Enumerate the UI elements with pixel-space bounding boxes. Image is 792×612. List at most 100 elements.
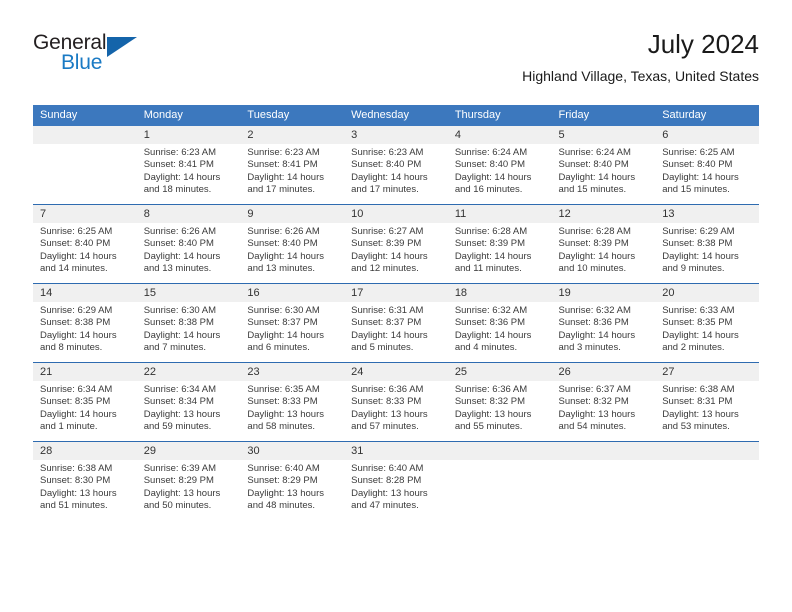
sunset-text: Sunset: 8:39 PM bbox=[454, 238, 526, 250]
daylight-text: Daylight: 14 hours and 14 minutes. bbox=[40, 250, 117, 274]
sunrise-text: Sunrise: 6:25 AM bbox=[40, 226, 113, 237]
calendar-grid: Sunday Monday Tuesday Wednesday Thursday… bbox=[33, 105, 759, 520]
day-details: Sunrise: 6:26 AM Sunset: 8:40 PM Daylight:… bbox=[240, 223, 344, 275]
day-details: Sunrise: 6:40 AM Sunset: 8:29 PM Daylight:… bbox=[240, 460, 344, 512]
calendar-day-cell[interactable]: 8 Sunrise: 6:26 AM Sunset: 8:40 PM Daylight… bbox=[136, 204, 241, 284]
sunset-text: Sunset: 8:28 PM bbox=[351, 475, 422, 487]
weekday-header-monday: Monday bbox=[136, 105, 241, 126]
sunset-text: Sunset: 8:41 PM bbox=[247, 159, 318, 171]
title-block: July 2024 Highland Village, Texas, Unite… bbox=[522, 28, 759, 86]
calendar-day-cell[interactable]: 16 Sunrise: 6:30 AM Sunset: 8:37 PM Dayligh… bbox=[240, 283, 345, 363]
calendar-day-cell[interactable]: 14 Sunrise: 6:29 AM Sunset: 8:38 PM Dayligh… bbox=[33, 283, 137, 363]
daylight-text: Daylight: 14 hours and 15 minutes. bbox=[558, 171, 636, 195]
calendar-day-cell[interactable]: 28 Sunrise: 6:38 AM Sunset: 8:30 PM Dayligh… bbox=[33, 441, 137, 520]
day-number: 18 bbox=[447, 284, 552, 302]
day-details: Sunrise: 6:29 AM Sunset: 8:38 PM Daylight:… bbox=[33, 302, 137, 354]
sunset-text: Sunset: 8:40 PM bbox=[662, 159, 733, 171]
sunset-text: Sunset: 8:32 PM bbox=[454, 396, 526, 408]
sunset-text: Sunset: 8:33 PM bbox=[351, 396, 422, 408]
daylight-text: Daylight: 13 hours and 59 minutes. bbox=[143, 408, 221, 432]
calendar-day-cell[interactable]: 31 Sunrise: 6:40 AM Sunset: 8:28 PM Dayligh… bbox=[344, 441, 448, 520]
calendar-day-cell[interactable]: 17 Sunrise: 6:31 AM Sunset: 8:37 PM Dayligh… bbox=[344, 283, 448, 363]
calendar-day-cell-empty bbox=[655, 441, 759, 520]
daylight-text: Daylight: 14 hours and 3 minutes. bbox=[558, 329, 636, 353]
calendar-week-row: 28 Sunrise: 6:38 AM Sunset: 8:30 PM Dayligh… bbox=[33, 441, 759, 520]
generalblue-logo[interactable]: General Blue bbox=[33, 32, 233, 84]
day-number: 9 bbox=[240, 205, 345, 223]
day-details: Sunrise: 6:29 AM Sunset: 8:38 PM Daylight:… bbox=[655, 223, 759, 275]
calendar-day-cell[interactable]: 23 Sunrise: 6:35 AM Sunset: 8:33 PM Dayligh… bbox=[240, 362, 345, 442]
calendar-day-cell[interactable]: 10 Sunrise: 6:27 AM Sunset: 8:39 PM Dayligh… bbox=[344, 204, 448, 284]
calendar-day-cell[interactable]: 30 Sunrise: 6:40 AM Sunset: 8:29 PM Dayligh… bbox=[240, 441, 345, 520]
weekday-header-tuesday: Tuesday bbox=[240, 105, 345, 126]
sunset-text: Sunset: 8:37 PM bbox=[351, 317, 422, 329]
daylight-text: Daylight: 14 hours and 6 minutes. bbox=[247, 329, 324, 353]
day-details: Sunrise: 6:23 AM Sunset: 8:41 PM Daylight:… bbox=[137, 144, 241, 196]
calendar-day-cell[interactable]: 19 Sunrise: 6:32 AM Sunset: 8:36 PM Dayligh… bbox=[551, 283, 656, 363]
sunrise-text: Sunrise: 6:28 AM bbox=[454, 226, 528, 237]
calendar-day-cell[interactable]: 9 Sunrise: 6:26 AM Sunset: 8:40 PM Daylight… bbox=[240, 204, 345, 284]
calendar-day-cell[interactable]: 20 Sunrise: 6:33 AM Sunset: 8:35 PM Dayligh… bbox=[655, 283, 759, 363]
day-number bbox=[447, 442, 552, 460]
day-details: Sunrise: 6:30 AM Sunset: 8:37 PM Daylight:… bbox=[240, 302, 344, 354]
calendar-day-cell[interactable]: 15 Sunrise: 6:30 AM Sunset: 8:38 PM Dayligh… bbox=[136, 283, 241, 363]
weekday-header-friday: Friday bbox=[551, 105, 656, 126]
sunrise-text: Sunrise: 6:40 AM bbox=[351, 463, 424, 474]
calendar-day-cell[interactable]: 27 Sunrise: 6:38 AM Sunset: 8:31 PM Dayligh… bbox=[655, 362, 759, 442]
daylight-text: Daylight: 14 hours and 17 minutes. bbox=[351, 171, 428, 195]
day-details: Sunrise: 6:32 AM Sunset: 8:36 PM Daylight:… bbox=[552, 302, 656, 354]
calendar-day-cell[interactable]: 18 Sunrise: 6:32 AM Sunset: 8:36 PM Dayligh… bbox=[447, 283, 552, 363]
day-details: Sunrise: 6:27 AM Sunset: 8:39 PM Daylight:… bbox=[344, 223, 448, 275]
sunrise-text: Sunrise: 6:23 AM bbox=[247, 147, 320, 158]
sunset-text: Sunset: 8:29 PM bbox=[247, 475, 318, 487]
sunrise-text: Sunrise: 6:31 AM bbox=[351, 305, 424, 316]
weekday-header-wednesday: Wednesday bbox=[344, 105, 448, 126]
sunrise-text: Sunrise: 6:34 AM bbox=[143, 384, 217, 395]
day-number: 13 bbox=[655, 205, 759, 223]
daylight-text: Daylight: 14 hours and 4 minutes. bbox=[454, 329, 532, 353]
sunrise-text: Sunrise: 6:27 AM bbox=[351, 226, 424, 237]
sunset-text: Sunset: 8:32 PM bbox=[558, 396, 629, 408]
calendar-day-cell[interactable]: 13 Sunrise: 6:29 AM Sunset: 8:38 PM Dayligh… bbox=[655, 204, 759, 284]
daylight-text: Daylight: 13 hours and 53 minutes. bbox=[662, 408, 739, 432]
calendar-day-cell[interactable]: 24 Sunrise: 6:36 AM Sunset: 8:33 PM Dayligh… bbox=[344, 362, 448, 442]
daylight-text: Daylight: 14 hours and 18 minutes. bbox=[143, 171, 221, 195]
day-number: 3 bbox=[344, 126, 448, 144]
sunrise-text: Sunrise: 6:25 AM bbox=[662, 147, 735, 158]
calendar-day-cell[interactable]: 21 Sunrise: 6:34 AM Sunset: 8:35 PM Dayligh… bbox=[33, 362, 137, 442]
calendar-day-cell[interactable]: 22 Sunrise: 6:34 AM Sunset: 8:34 PM Dayligh… bbox=[136, 362, 241, 442]
sunrise-text: Sunrise: 6:26 AM bbox=[143, 226, 217, 237]
daylight-text: Daylight: 14 hours and 15 minutes. bbox=[662, 171, 739, 195]
sunset-text: Sunset: 8:33 PM bbox=[247, 396, 318, 408]
calendar-day-cell[interactable]: 5 Sunrise: 6:24 AM Sunset: 8:40 PM Daylight… bbox=[551, 126, 656, 205]
day-number: 27 bbox=[655, 363, 759, 381]
sunrise-text: Sunrise: 6:32 AM bbox=[454, 305, 528, 316]
sunset-text: Sunset: 8:36 PM bbox=[558, 317, 629, 329]
sunset-text: Sunset: 8:38 PM bbox=[662, 238, 733, 250]
sunset-text: Sunset: 8:37 PM bbox=[247, 317, 318, 329]
calendar-day-cell[interactable]: 12 Sunrise: 6:28 AM Sunset: 8:39 PM Dayligh… bbox=[551, 204, 656, 284]
sunset-text: Sunset: 8:40 PM bbox=[40, 238, 111, 250]
day-number: 29 bbox=[136, 442, 241, 460]
calendar-day-cell[interactable]: 6 Sunrise: 6:25 AM Sunset: 8:40 PM Daylight… bbox=[655, 126, 759, 205]
calendar-day-cell[interactable]: 29 Sunrise: 6:39 AM Sunset: 8:29 PM Dayligh… bbox=[136, 441, 241, 520]
calendar-day-cell-empty bbox=[33, 126, 137, 205]
calendar-day-cell[interactable]: 4 Sunrise: 6:24 AM Sunset: 8:40 PM Daylight… bbox=[447, 126, 552, 205]
sunset-text: Sunset: 8:29 PM bbox=[143, 475, 214, 487]
day-details: Sunrise: 6:31 AM Sunset: 8:37 PM Daylight:… bbox=[344, 302, 448, 354]
sunrise-text: Sunrise: 6:24 AM bbox=[454, 147, 528, 158]
calendar-day-cell[interactable]: 1 Sunrise: 6:23 AM Sunset: 8:41 PM Daylight… bbox=[136, 126, 241, 205]
day-details: Sunrise: 6:28 AM Sunset: 8:39 PM Daylight:… bbox=[448, 223, 552, 275]
day-details: Sunrise: 6:35 AM Sunset: 8:33 PM Daylight:… bbox=[240, 381, 344, 433]
day-number: 25 bbox=[447, 363, 552, 381]
calendar-day-cell[interactable]: 7 Sunrise: 6:25 AM Sunset: 8:40 PM Daylight… bbox=[33, 204, 137, 284]
calendar-day-cell[interactable]: 26 Sunrise: 6:37 AM Sunset: 8:32 PM Dayligh… bbox=[551, 362, 656, 442]
daylight-text: Daylight: 13 hours and 50 minutes. bbox=[143, 487, 221, 511]
calendar-day-cell[interactable]: 11 Sunrise: 6:28 AM Sunset: 8:39 PM Dayligh… bbox=[447, 204, 552, 284]
calendar-day-cell[interactable]: 25 Sunrise: 6:36 AM Sunset: 8:32 PM Dayligh… bbox=[447, 362, 552, 442]
sunrise-text: Sunrise: 6:30 AM bbox=[143, 305, 217, 316]
sunrise-text: Sunrise: 6:24 AM bbox=[558, 147, 631, 158]
calendar-day-cell[interactable]: 3 Sunrise: 6:23 AM Sunset: 8:40 PM Daylight… bbox=[344, 126, 448, 205]
calendar-day-cell[interactable]: 2 Sunrise: 6:23 AM Sunset: 8:41 PM Daylight… bbox=[240, 126, 345, 205]
calendar-page: General Blue July 2024 Highland Village,… bbox=[0, 0, 792, 612]
